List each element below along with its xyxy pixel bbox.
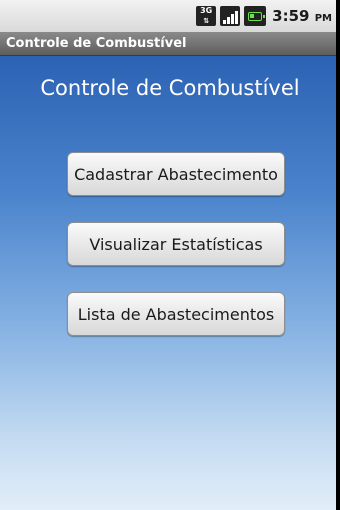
network-label: 3G [200,6,213,15]
register-fueling-button[interactable]: Cadastrar Abastecimento [67,152,285,196]
battery-icon [244,6,267,26]
screen-edge [336,0,340,510]
app-screen: 3G ⇅ 3:59 PM Controle de Combustível Con… [0,0,340,510]
fueling-list-button[interactable]: Lista de Abastecimentos [67,292,285,336]
status-clock: 3:59 PM [272,7,332,25]
clock-ampm: PM [314,13,332,24]
signal-bars-icon [220,6,241,26]
main-content: Controle de Combustível Cadastrar Abaste… [0,56,340,510]
view-statistics-button[interactable]: Visualizar Estatísticas [67,222,285,266]
page-heading: Controle de Combustível [40,76,300,100]
data-arrows-icon: ⇅ [203,17,210,25]
clock-time: 3:59 [272,7,310,25]
3g-icon: 3G ⇅ [196,6,217,26]
app-title-bar: Controle de Combustível [0,32,340,56]
status-bar: 3G ⇅ 3:59 PM [0,0,340,32]
app-title: Controle de Combustível [6,36,187,51]
